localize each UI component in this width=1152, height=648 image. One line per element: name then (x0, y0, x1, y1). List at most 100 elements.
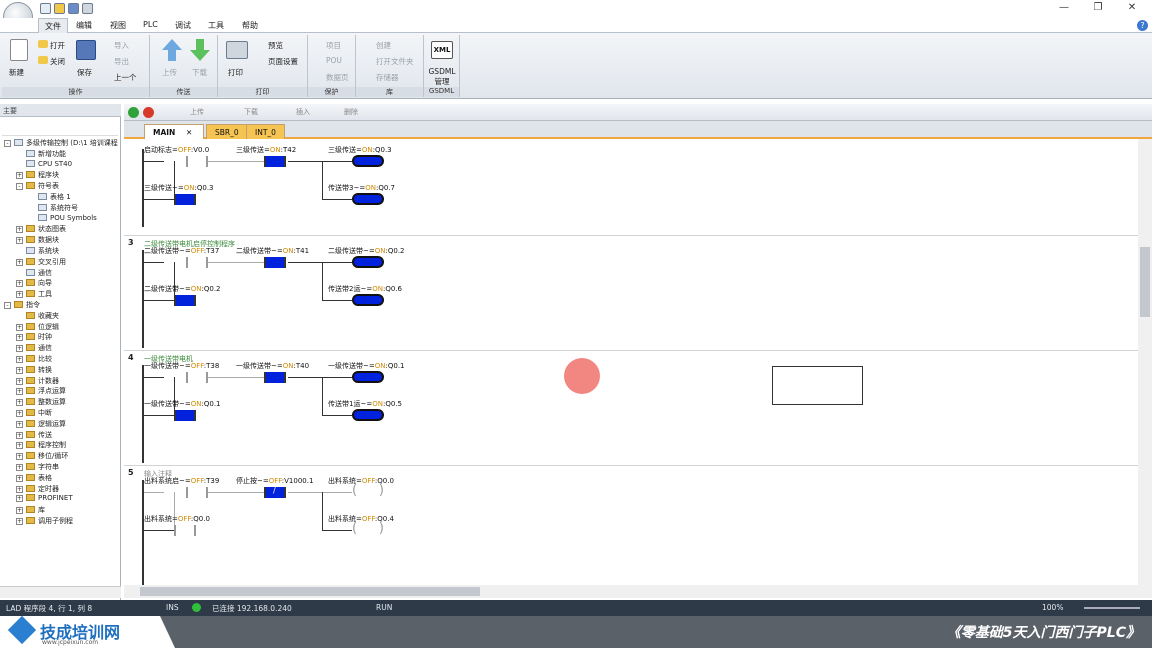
contact[interactable] (264, 372, 286, 383)
gsdml-manage-button[interactable]: GSDML 管理 (426, 67, 458, 87)
tab-sbr0[interactable]: SBR_0 (206, 124, 248, 139)
download-button[interactable]: 下载 (192, 67, 207, 78)
tree-item[interactable]: + 表格 (16, 473, 52, 483)
tree-item[interactable]: + 整数运算 (16, 397, 66, 407)
tree-item[interactable]: + 向导 (16, 278, 52, 288)
expand-icon[interactable]: + (16, 495, 23, 503)
menu-tab-view[interactable]: 视图 (110, 20, 126, 31)
tree-item[interactable]: 收藏夹 (16, 311, 59, 321)
expand-icon[interactable]: + (16, 280, 23, 288)
contact[interactable] (174, 525, 196, 536)
menu-tab-edit[interactable]: 编辑 (76, 20, 92, 31)
tree-item[interactable]: + 浮点运算 (16, 386, 66, 396)
open-folder-button[interactable]: 打开文件夹 (376, 56, 414, 67)
output-coil[interactable] (352, 155, 384, 167)
output-coil[interactable] (352, 483, 384, 498)
ladder-network[interactable]: 启动标志=OFF:V0.0 三级传送=ON:T42 三级传送=ON:Q0.3 三级传送… (124, 139, 1138, 231)
tree-item[interactable]: + 工具 (16, 289, 52, 299)
tree-item[interactable]: 系统符号 (28, 203, 78, 213)
menu-tab-tools[interactable]: 工具 (208, 20, 224, 31)
print-button[interactable]: 打印 (228, 67, 243, 78)
tree-item[interactable]: POU Symbols (28, 213, 97, 222)
tree-item[interactable]: + 字符串 (16, 462, 59, 472)
minimize-button[interactable]: — (1056, 2, 1072, 13)
help-icon[interactable]: ? (1137, 20, 1148, 31)
output-coil[interactable] (352, 294, 384, 306)
collapse-icon[interactable]: - (16, 183, 23, 191)
upload-button[interactable]: 上传 (162, 67, 177, 78)
save-button[interactable]: 保存 (77, 67, 92, 78)
previous-button[interactable]: 上一个 (114, 72, 137, 83)
pou-protect-button[interactable]: POU (326, 56, 342, 65)
ladder-editor[interactable]: 启动标志=OFF:V0.0 三级传送=ON:T42 三级传送=ON:Q0.3 三级传送… (124, 139, 1138, 585)
expand-icon[interactable]: + (16, 442, 23, 450)
contact[interactable] (186, 156, 208, 167)
tree-item[interactable]: + 中断 (16, 408, 52, 418)
print-icon[interactable] (82, 3, 93, 14)
export-button[interactable]: 导出 (114, 56, 129, 67)
toolbar-upload[interactable]: 上传 (190, 107, 204, 117)
save-icon[interactable] (68, 3, 79, 14)
open-icon[interactable] (54, 3, 65, 14)
tree-item[interactable]: + 比较 (16, 354, 52, 364)
menu-tab-file[interactable]: 文件 (38, 18, 68, 33)
tree-item[interactable]: + 数据块 (16, 235, 59, 245)
ladder-network[interactable]: 3 二级传送带电机启停控制程序 二级传送带~=OFF:T37 二级传送带~=ON:T4… (124, 235, 1138, 348)
output-coil[interactable] (352, 521, 384, 536)
new-icon[interactable] (40, 3, 51, 14)
run-icon[interactable] (128, 107, 139, 118)
expand-icon[interactable]: + (16, 323, 23, 331)
expand-icon[interactable]: + (16, 334, 23, 342)
tree-item[interactable]: + 移位/循环 (16, 451, 68, 461)
tree-item[interactable]: + 程序控制 (16, 440, 66, 450)
data-page-protect-button[interactable]: 数据页 (326, 72, 349, 83)
toolbar-insert[interactable]: 插入 (296, 107, 310, 117)
contact[interactable] (186, 372, 208, 383)
new-button[interactable]: 新建 (9, 67, 24, 78)
close-project-button[interactable]: 关闭 (50, 56, 65, 67)
create-library-button[interactable]: 创建 (376, 40, 391, 51)
tree-item[interactable]: + 程序块 (16, 170, 59, 180)
contact[interactable] (186, 487, 208, 498)
expand-icon[interactable]: + (16, 474, 23, 482)
expand-icon[interactable]: + (16, 464, 23, 471)
vscroll-thumb[interactable] (1140, 247, 1150, 317)
expand-icon[interactable]: + (16, 345, 23, 353)
editor-vscrollbar[interactable] (1138, 139, 1152, 585)
expand-icon[interactable]: + (16, 485, 23, 493)
contact[interactable] (174, 410, 196, 421)
expand-icon[interactable]: + (16, 518, 23, 525)
project-protect-button[interactable]: 项目 (326, 40, 341, 51)
expand-icon[interactable]: + (16, 399, 23, 407)
maximize-button[interactable]: ❐ (1090, 2, 1106, 13)
expand-icon[interactable]: + (16, 420, 23, 428)
menu-tab-plc[interactable]: PLC (143, 20, 158, 29)
preview-button[interactable]: 预览 (268, 40, 283, 51)
tree-item[interactable]: + 时钟 (16, 332, 52, 342)
tree-item[interactable]: 表格 1 (28, 192, 71, 202)
ladder-network[interactable]: 4 一级传送带电机 一级传送带~=OFF:T38 一级传送带~=ON:T40 一级传送带… (124, 350, 1138, 463)
menu-tab-debug[interactable]: 调试 (175, 20, 191, 31)
contact[interactable] (174, 295, 196, 306)
contact[interactable] (174, 194, 196, 205)
menu-tab-help[interactable]: 帮助 (242, 20, 258, 31)
expand-icon[interactable]: + (16, 258, 23, 266)
zoom-slider[interactable] (1084, 607, 1140, 609)
expand-icon[interactable]: + (16, 453, 23, 461)
expand-icon[interactable]: + (16, 366, 23, 374)
expand-icon[interactable]: + (16, 356, 23, 363)
output-coil[interactable] (352, 193, 384, 205)
tree-item[interactable]: + 调用子例程 (16, 516, 73, 526)
hscroll-thumb[interactable] (140, 587, 480, 596)
output-coil[interactable] (352, 256, 384, 268)
tab-main[interactable]: MAIN ✕ (144, 124, 204, 139)
ladder-network[interactable]: 5输入注释/出料系统启~=OFF:T39停止按~=OFF:V1000.1出料系统… (124, 465, 1138, 585)
expand-icon[interactable]: + (16, 507, 23, 515)
tree-item[interactable]: 新增功能 (16, 149, 66, 159)
tree-item[interactable]: + 计数器 (16, 376, 59, 386)
expand-icon[interactable]: + (16, 410, 23, 417)
page-setup-button[interactable]: 页面设置 (268, 56, 298, 67)
tree-item[interactable]: + PROFINET (16, 494, 73, 503)
tree-item[interactable]: + 位逻辑 (16, 322, 59, 332)
tree-item[interactable]: + 传送 (16, 430, 52, 440)
